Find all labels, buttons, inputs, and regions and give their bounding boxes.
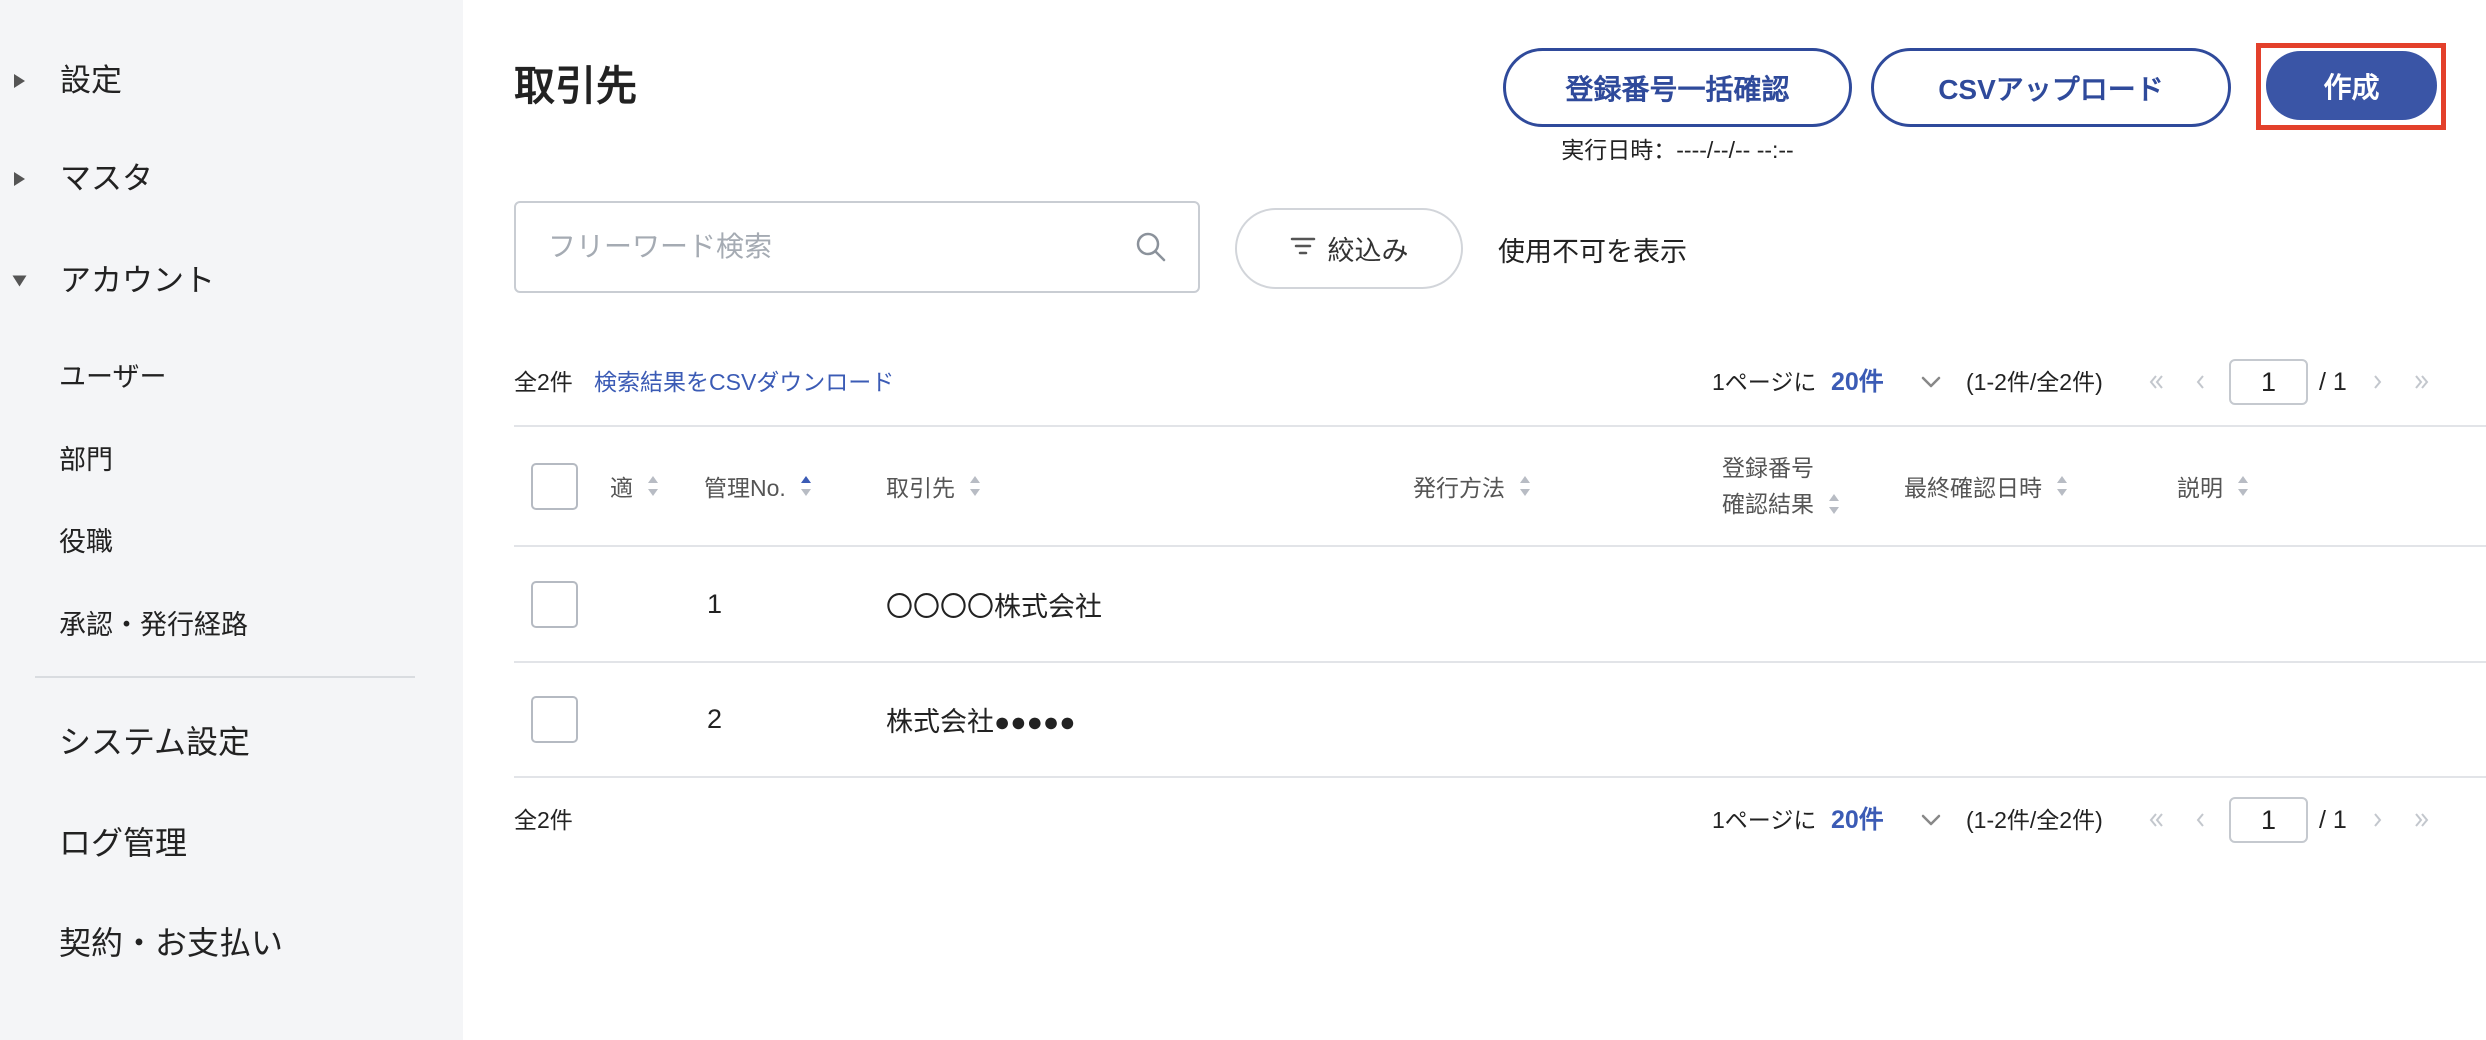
- sort-icon: [648, 476, 658, 496]
- column-header-label: 発行方法: [1413, 475, 1505, 501]
- page-range-label: (1-2件/全2件): [1966, 369, 2103, 395]
- row-checkbox[interactable]: [531, 696, 578, 743]
- next-page-icon[interactable]: [2369, 373, 2387, 391]
- per-page-prefix: 1ページに: [1712, 807, 1817, 833]
- sidebar: 設定 マスタ アカウント ユーザー 部門 役職 承認・発行経路 システム設定 ロ…: [0, 0, 463, 1040]
- chevron-down-icon[interactable]: [1920, 375, 1942, 389]
- result-count-footer: 全2件: [514, 807, 573, 833]
- sidebar-section-settings[interactable]: 設定: [0, 51, 463, 111]
- sort-icon: [1520, 476, 1530, 496]
- column-header-last-checked-at[interactable]: 最終確認日時: [1904, 427, 2068, 545]
- pagination-bottom: 1ページに 20件 (1-2件/全2件) / 1: [1712, 797, 2452, 843]
- per-page-select[interactable]: 20件: [1831, 359, 1884, 405]
- sidebar-section-master[interactable]: マスタ: [0, 149, 463, 209]
- select-all-checkbox[interactable]: [531, 462, 578, 510]
- column-header-label: 説明: [2177, 475, 2223, 501]
- page-number-input[interactable]: [2229, 359, 2308, 405]
- table-row[interactable]: 1 〇〇〇〇株式会社: [514, 547, 2486, 663]
- row-select-cell: [531, 547, 578, 661]
- column-header-partner[interactable]: 取引先: [886, 427, 981, 545]
- sort-icon: [2057, 476, 2067, 496]
- column-header-management-no[interactable]: 管理No.: [704, 427, 812, 545]
- sidebar-section-account[interactable]: アカウント: [0, 251, 463, 311]
- sidebar-item-contract-payment[interactable]: 契約・お支払い: [59, 913, 283, 973]
- last-page-icon[interactable]: [2413, 811, 2431, 829]
- column-header-registration-check-result[interactable]: 登録番号 確認結果: [1722, 427, 1840, 545]
- cell-management-no: 2: [707, 704, 723, 734]
- partners-table: 適 管理No. 取引先 発行方法 登録番号 確認結果 最終確認日時 説明 1 〇…: [514, 425, 2486, 778]
- sidebar-section-label: アカウント: [60, 263, 215, 298]
- sidebar-item-system-settings[interactable]: システム設定: [59, 712, 250, 772]
- sidebar-item-log-management[interactable]: ログ管理: [59, 813, 187, 873]
- next-page-icon[interactable]: [2369, 811, 2387, 829]
- search-icon[interactable]: [1134, 230, 1168, 264]
- column-header-description[interactable]: 説明: [2177, 427, 2249, 545]
- prev-page-icon[interactable]: [2191, 811, 2209, 829]
- bulk-check-last-run-text: 実行日時：----/--/-- --:--: [1561, 137, 1794, 163]
- first-page-icon[interactable]: [2147, 373, 2165, 391]
- sidebar-section-label: 設定: [60, 63, 122, 98]
- column-header-label: 登録番号 確認結果: [1722, 455, 1814, 517]
- caret-icon: [12, 275, 28, 288]
- prev-page-icon[interactable]: [2191, 373, 2209, 391]
- caret-icon: [13, 73, 26, 89]
- sort-icon: [970, 476, 980, 496]
- table-row[interactable]: 2 株式会社●●●●●: [514, 663, 2486, 778]
- last-page-icon[interactable]: [2413, 373, 2431, 391]
- search-box: [514, 201, 1200, 293]
- column-header-label: 最終確認日時: [1904, 475, 2042, 501]
- filter-button[interactable]: 絞込み: [1235, 208, 1463, 289]
- page-title: 取引先: [514, 63, 637, 109]
- column-header-label: 管理No.: [704, 475, 786, 501]
- filter-label: 絞込み: [1327, 236, 1409, 266]
- per-page-select[interactable]: 20件: [1831, 797, 1884, 843]
- cell-partner-name: 〇〇〇〇株式会社: [886, 591, 1102, 622]
- filter-icon: [1290, 236, 1316, 261]
- sidebar-item-users[interactable]: ユーザー: [59, 347, 166, 407]
- search-input[interactable]: [516, 203, 1116, 291]
- total-pages-label: / 1: [2319, 806, 2347, 834]
- first-page-icon[interactable]: [2147, 811, 2165, 829]
- sidebar-item-approval-routes[interactable]: 承認・発行経路: [59, 595, 248, 655]
- column-header-label: 取引先: [886, 475, 955, 501]
- sidebar-item-departments[interactable]: 部門: [59, 430, 113, 490]
- sort-icon: [800, 476, 811, 496]
- table-header-row: 適 管理No. 取引先 発行方法 登録番号 確認結果 最終確認日時 説明: [514, 425, 2486, 547]
- total-pages-label: / 1: [2319, 368, 2347, 396]
- sidebar-item-positions[interactable]: 役職: [59, 512, 113, 572]
- page-number-input[interactable]: [2229, 797, 2308, 843]
- show-disabled-toggle[interactable]: 使用不可を表示: [1498, 234, 1687, 270]
- pagination-top: 1ページに 20件 (1-2件/全2件) / 1: [1712, 359, 2452, 405]
- column-header-issue-method[interactable]: 発行方法: [1413, 427, 1531, 545]
- sidebar-section-label: マスタ: [60, 161, 153, 196]
- select-all-cell: [531, 427, 578, 545]
- cell-partner-name: 株式会社●●●●●: [886, 707, 1076, 737]
- result-count: 全2件: [514, 369, 573, 395]
- cell-management-no: 1: [707, 588, 723, 619]
- bulk-registration-check-button[interactable]: 登録番号一括確認: [1503, 48, 1852, 127]
- column-header-applicable[interactable]: 適: [610, 427, 659, 545]
- create-button[interactable]: 作成: [2266, 51, 2437, 120]
- csv-upload-button[interactable]: CSVアップロード: [1871, 48, 2231, 127]
- sidebar-divider: [35, 676, 415, 678]
- column-header-label: 適: [610, 475, 633, 501]
- row-select-cell: [531, 663, 578, 776]
- sort-icon: [1829, 494, 1839, 514]
- sort-icon: [2238, 476, 2248, 496]
- row-checkbox[interactable]: [531, 580, 578, 628]
- page-range-label: (1-2件/全2件): [1966, 807, 2103, 833]
- chevron-down-icon[interactable]: [1920, 813, 1942, 827]
- per-page-prefix: 1ページに: [1712, 369, 1817, 395]
- caret-icon: [13, 171, 26, 187]
- csv-download-link[interactable]: 検索結果をCSVダウンロード: [594, 366, 894, 398]
